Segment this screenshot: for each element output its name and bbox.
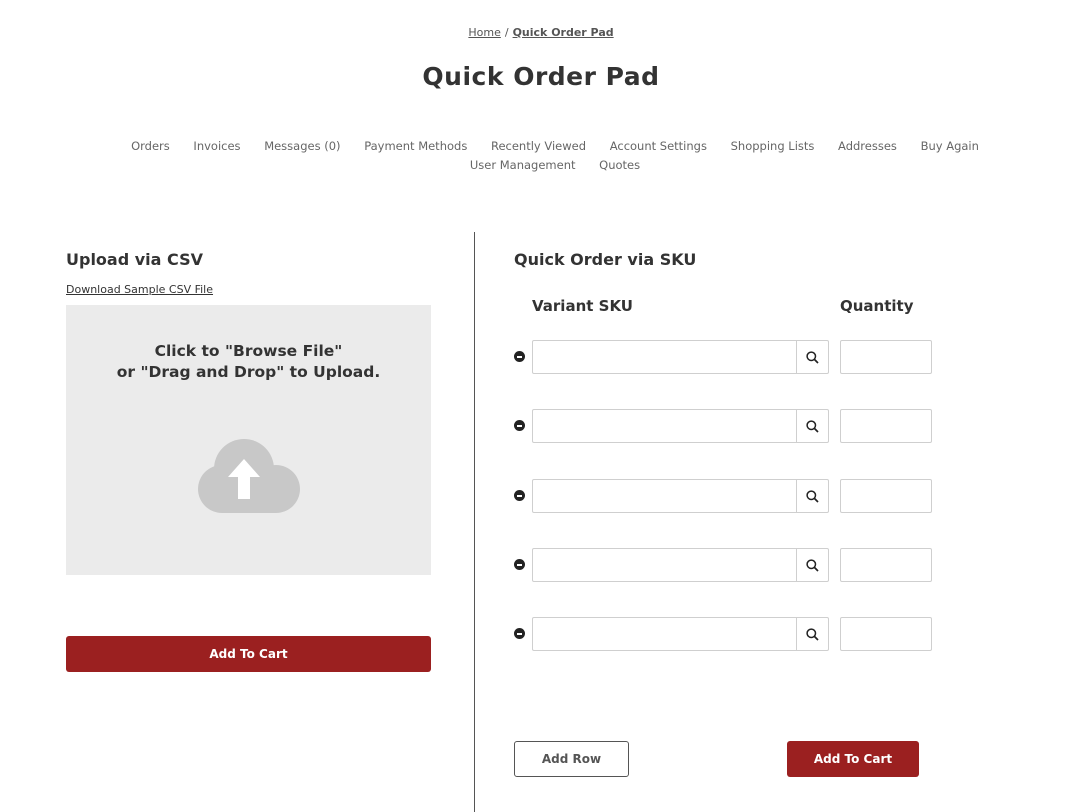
remove-row-icon[interactable] (514, 351, 525, 362)
nav-item-addresses[interactable]: Addresses (838, 137, 897, 156)
csv-upload-section: Upload via CSV Download Sample CSV File … (66, 250, 431, 575)
breadcrumb-separator: / (504, 26, 509, 39)
nav-item-account-settings[interactable]: Account Settings (610, 137, 707, 156)
search-icon[interactable] (796, 480, 828, 512)
sku-row (514, 617, 934, 651)
remove-row-icon[interactable] (514, 420, 525, 431)
search-icon[interactable] (796, 410, 828, 442)
quantity-input[interactable] (840, 479, 932, 513)
quantity-header: Quantity (840, 297, 914, 315)
dropzone-instructions: Click to "Browse File" or "Drag and Drop… (66, 305, 431, 383)
dropzone-line-1: Click to "Browse File" (154, 342, 343, 360)
sku-row (514, 409, 934, 443)
breadcrumb: Home / Quick Order Pad (0, 26, 1082, 39)
csv-dropzone[interactable]: Click to "Browse File" or "Drag and Drop… (66, 305, 431, 575)
remove-row-icon[interactable] (514, 559, 525, 570)
quantity-input[interactable] (840, 617, 932, 651)
nav-item-messages[interactable]: Messages (0) (264, 137, 340, 156)
search-icon[interactable] (796, 618, 828, 650)
breadcrumb-home-link[interactable]: Home (468, 26, 500, 39)
quantity-input[interactable] (840, 340, 932, 374)
variant-sku-header: Variant SKU (532, 297, 633, 315)
dropzone-line-2: or "Drag and Drop" to Upload. (116, 363, 381, 381)
download-sample-csv-link[interactable]: Download Sample CSV File (66, 283, 213, 296)
sku-field (532, 340, 829, 374)
sku-field (532, 409, 829, 443)
breadcrumb-current-link[interactable]: Quick Order Pad (513, 26, 614, 39)
quick-order-title: Quick Order via SKU (514, 250, 697, 269)
sku-field (532, 617, 829, 651)
quantity-input[interactable] (840, 548, 932, 582)
nav-item-quotes[interactable]: Quotes (599, 156, 640, 175)
remove-row-icon[interactable] (514, 490, 525, 501)
search-icon[interactable] (796, 341, 828, 373)
sku-input[interactable] (533, 618, 796, 650)
sku-row (514, 548, 934, 582)
sku-row (514, 479, 934, 513)
nav-item-recently-viewed[interactable]: Recently Viewed (491, 137, 586, 156)
quantity-input[interactable] (840, 409, 932, 443)
sku-field (532, 548, 829, 582)
nav-item-payment-methods[interactable]: Payment Methods (364, 137, 467, 156)
page-title: Quick Order Pad (422, 62, 660, 91)
nav-item-buy-again[interactable]: Buy Again (921, 137, 979, 156)
nav-item-user-management[interactable]: User Management (470, 156, 576, 175)
sku-input[interactable] (533, 341, 796, 373)
sku-input[interactable] (533, 410, 796, 442)
nav-item-invoices[interactable]: Invoices (193, 137, 240, 156)
quick-order-page: Home / Quick Order Pad Quick Order Pad Ord… (0, 0, 1082, 812)
sku-input[interactable] (533, 480, 796, 512)
sku-add-to-cart-button[interactable]: Add To Cart (787, 741, 919, 777)
add-row-button[interactable]: Add Row (514, 741, 629, 777)
search-icon[interactable] (796, 549, 828, 581)
account-nav: Orders Invoices Messages (0) Payment Met… (60, 137, 1050, 175)
csv-upload-title: Upload via CSV (66, 250, 203, 269)
sku-input[interactable] (533, 549, 796, 581)
csv-add-to-cart-button[interactable]: Add To Cart (66, 636, 431, 672)
remove-row-icon[interactable] (514, 628, 525, 639)
nav-item-orders[interactable]: Orders (131, 137, 170, 156)
column-divider (474, 232, 475, 812)
cloud-upload-icon (198, 439, 300, 513)
sku-field (532, 479, 829, 513)
nav-item-shopping-lists[interactable]: Shopping Lists (731, 137, 815, 156)
sku-row (514, 340, 934, 374)
